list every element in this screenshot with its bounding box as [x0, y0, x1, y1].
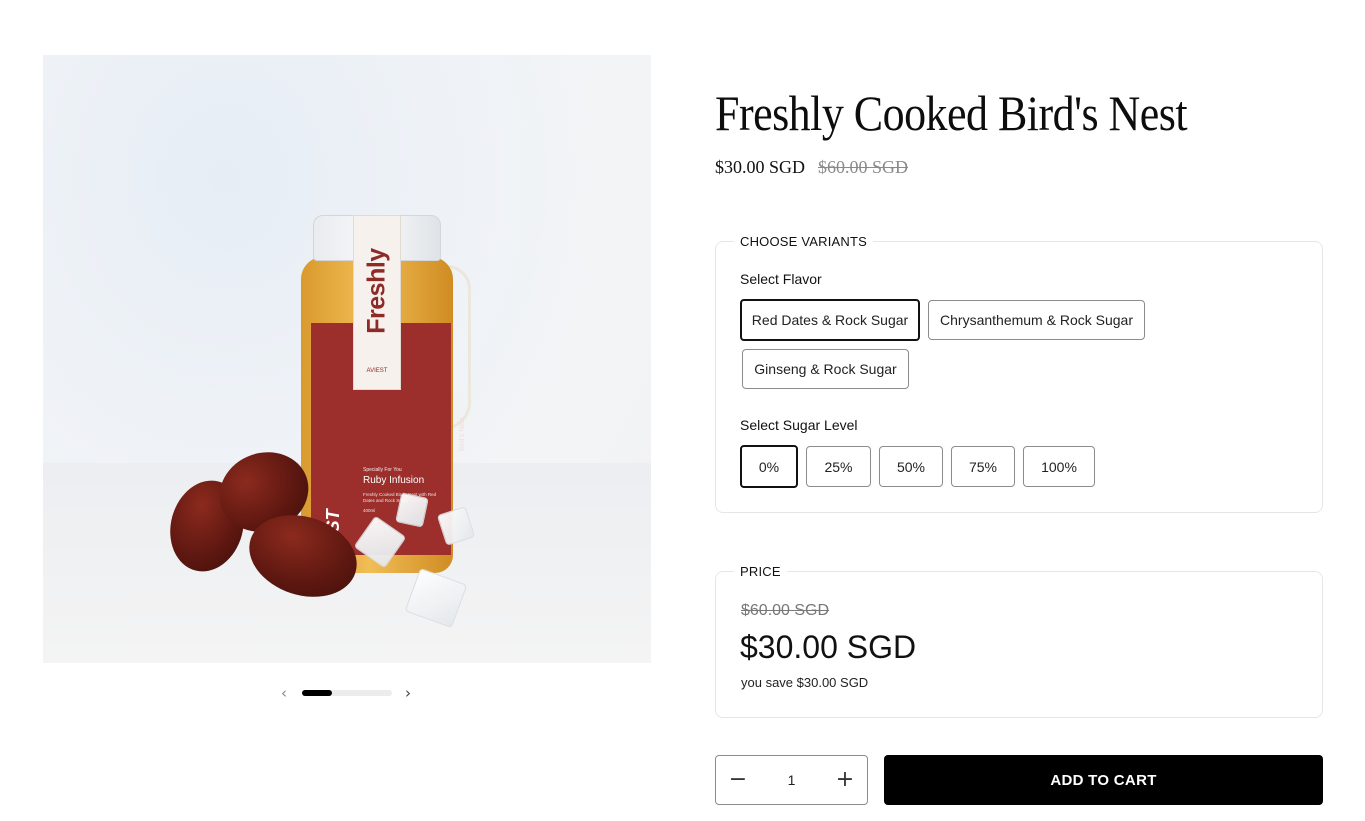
- sugar-level-option[interactable]: 50%: [879, 446, 943, 487]
- savings-text: you save $30.00 SGD: [741, 675, 869, 690]
- jar-side-text: Bird's Nest: [459, 417, 466, 451]
- carousel-progress-thumb: [302, 690, 332, 696]
- add-to-cart-button[interactable]: ADD TO CART: [884, 755, 1323, 805]
- product-image[interactable]: AVIEST Bird's Nest Freshly AVIEST Specia…: [43, 55, 651, 663]
- compare-price: $60.00 SGD: [818, 157, 909, 177]
- flavor-option[interactable]: Red Dates & Rock Sugar: [740, 299, 920, 341]
- chevron-right-icon[interactable]: ›: [399, 683, 417, 703]
- jar-tag-text: Freshly: [362, 248, 391, 334]
- product-title: Freshly Cooked Bird's Nest: [715, 85, 1188, 141]
- sugar-level-option[interactable]: 100%: [1023, 446, 1095, 487]
- sale-price: $30.00 SGD: [715, 157, 806, 177]
- current-price: $30.00 SGD: [740, 629, 917, 665]
- sugar-level-option[interactable]: 75%: [951, 446, 1015, 487]
- plus-icon[interactable]: +: [823, 756, 867, 804]
- flavor-option[interactable]: Ginseng & Rock Sugar: [742, 349, 909, 389]
- infusion-title: Ruby Infusion: [363, 475, 425, 486]
- flavor-label: Select Flavor: [740, 271, 822, 287]
- sugar-level-option[interactable]: 25%: [806, 446, 871, 487]
- price-legend: PRICE: [740, 564, 781, 579]
- variants-legend: CHOOSE VARIANTS: [740, 234, 868, 249]
- carousel-progress-track[interactable]: [302, 690, 392, 696]
- old-price: $60.00 SGD: [741, 602, 830, 619]
- jar-tag: Freshly AVIEST: [353, 215, 401, 390]
- image-carousel-controls: ‹ ›: [275, 683, 421, 703]
- price-row: $30.00 SGD $60.00 SGD: [715, 157, 908, 178]
- sugar-level-label: Select Sugar Level: [740, 417, 858, 433]
- flavor-option[interactable]: Chrysanthemum & Rock Sugar: [928, 300, 1145, 340]
- chevron-left-icon[interactable]: ‹: [275, 683, 293, 703]
- quantity-stepper: − +: [715, 755, 868, 805]
- quantity-input[interactable]: [760, 756, 823, 804]
- sugar-level-option[interactable]: 0%: [740, 445, 798, 488]
- jar-tag-brand: AVIEST: [366, 368, 388, 374]
- infusion-subtitle: Specially For You: [363, 467, 402, 473]
- minus-icon[interactable]: −: [716, 756, 760, 804]
